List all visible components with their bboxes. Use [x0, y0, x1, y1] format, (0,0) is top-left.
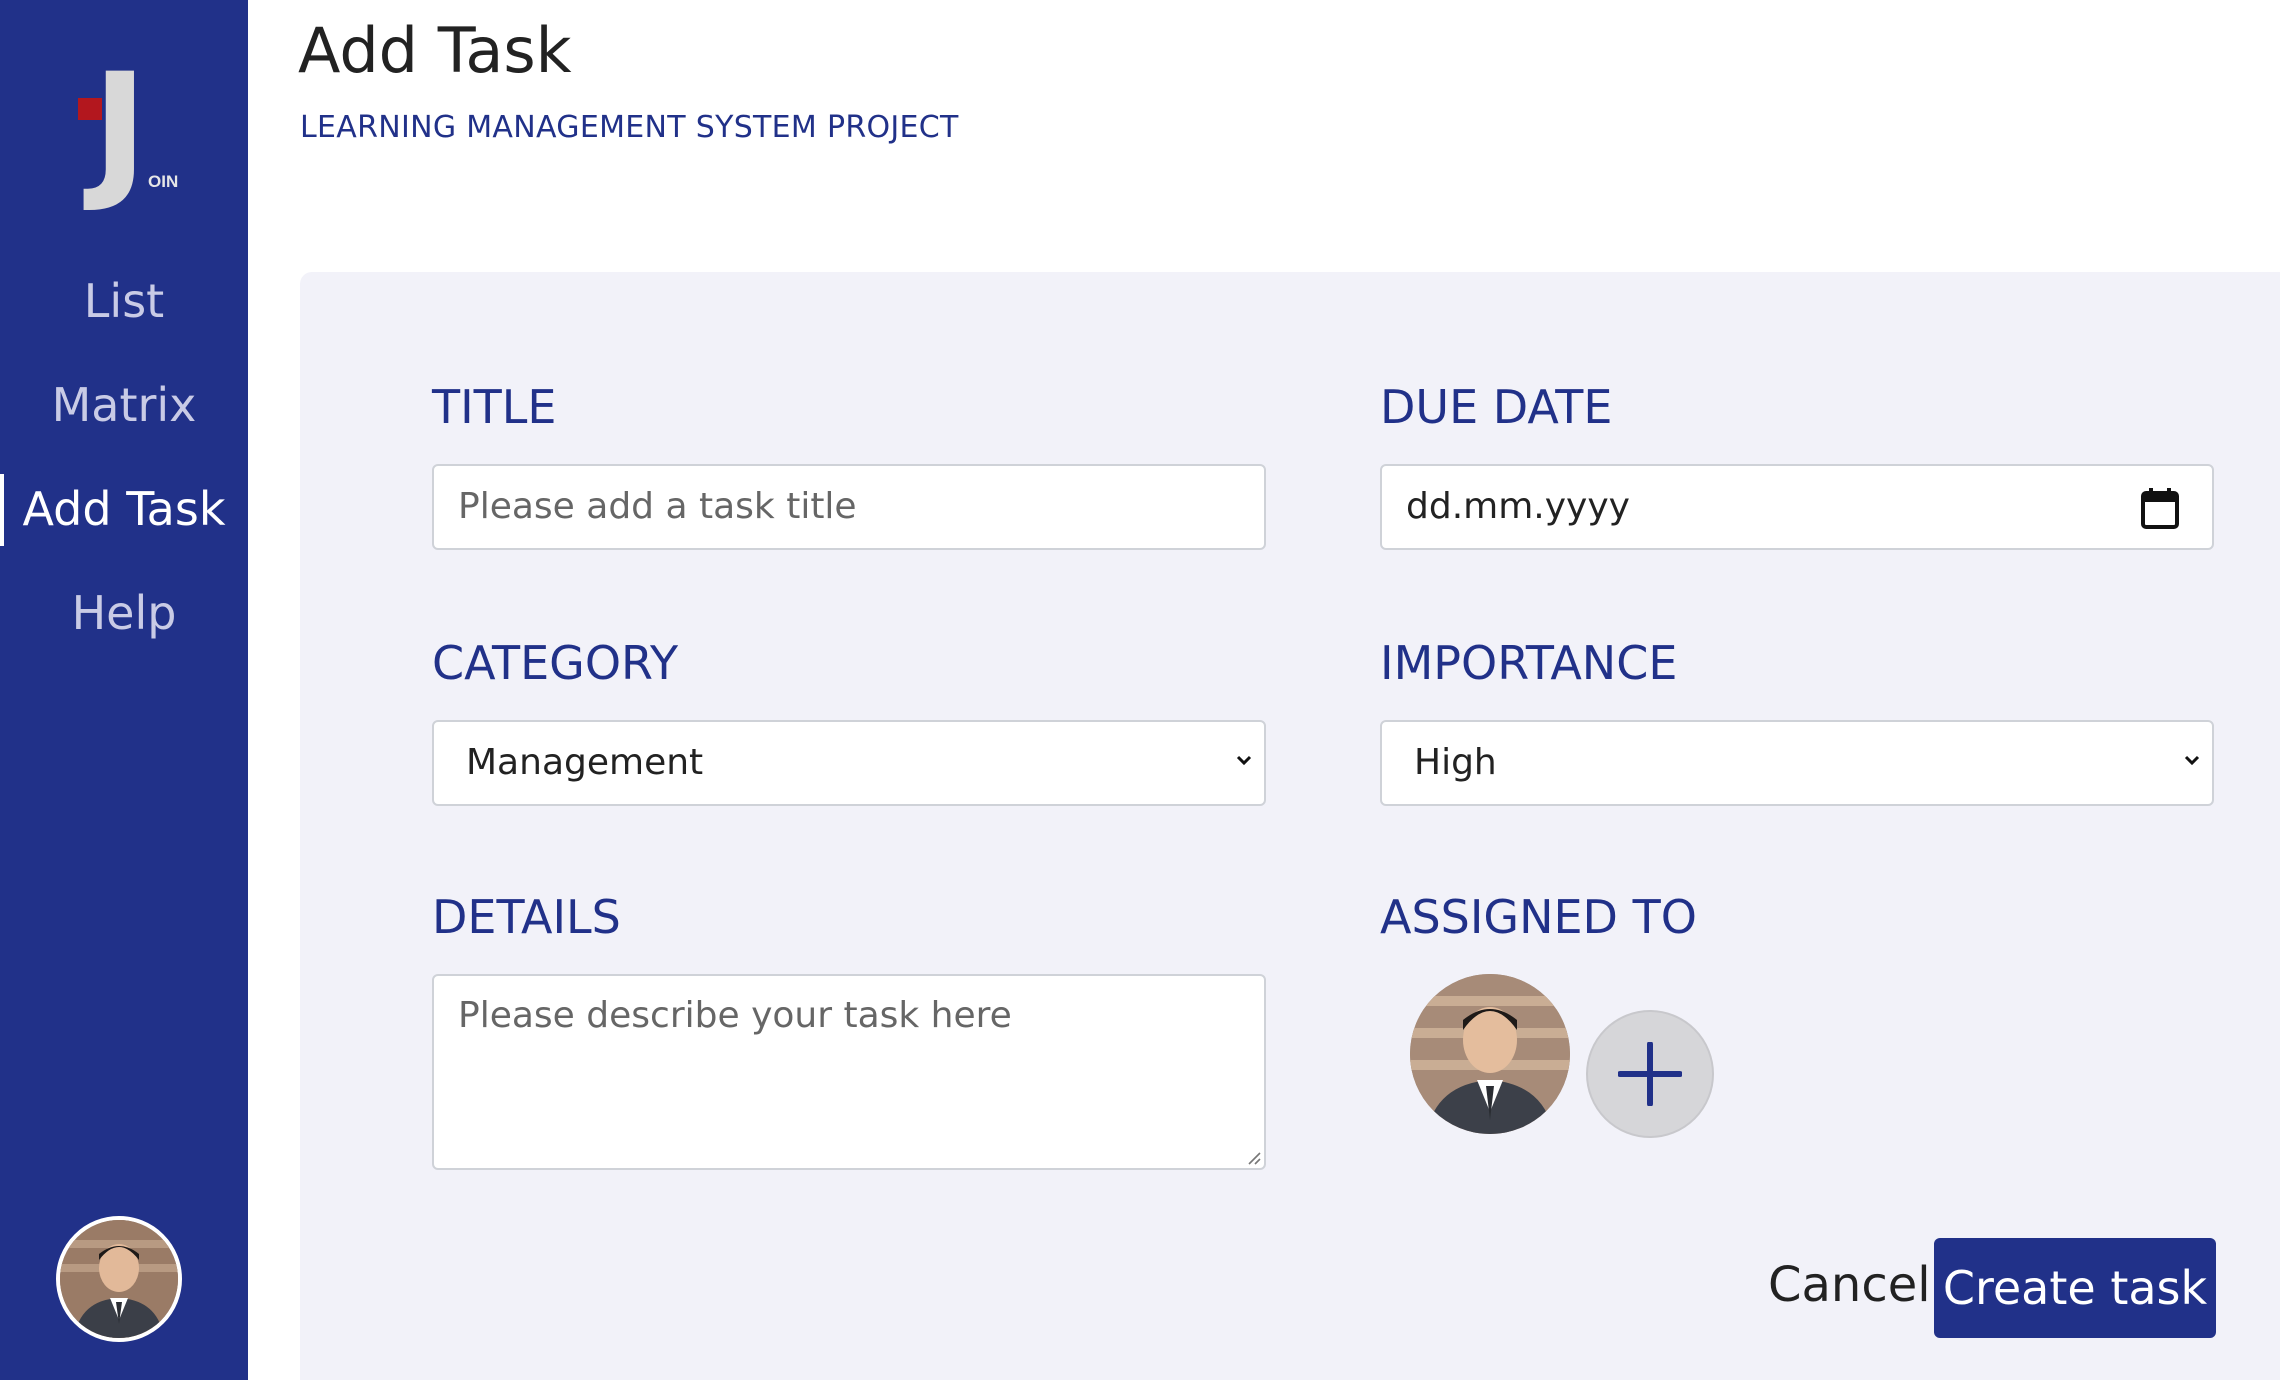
- project-name: LEARNING MANAGEMENT SYSTEM PROJECT: [300, 110, 959, 145]
- sidebar: J OIN List Matrix Add Task Help: [0, 0, 248, 1380]
- title-input[interactable]: Please add a task title: [432, 464, 1266, 550]
- sidebar-item-add-task[interactable]: Add Task: [0, 474, 248, 546]
- due-date-placeholder: dd.mm.yyyy: [1406, 486, 1630, 527]
- page-title: Add Task: [298, 14, 572, 87]
- create-task-button[interactable]: Create task: [1934, 1238, 2216, 1338]
- plus-icon: [1618, 1042, 1682, 1106]
- category-selected-value: Management: [466, 742, 704, 783]
- importance-selected-value: High: [1414, 742, 1497, 783]
- calendar-icon[interactable]: [2140, 486, 2180, 530]
- user-avatar-image: [60, 1220, 178, 1338]
- importance-select[interactable]: High: [1380, 720, 2214, 806]
- importance-label: IMPORTANCE: [1380, 636, 1678, 690]
- add-assignee-button[interactable]: [1586, 1010, 1714, 1138]
- assigned-to-label: ASSIGNED TO: [1380, 890, 1697, 944]
- sidebar-item-list[interactable]: List: [0, 266, 248, 336]
- category-label: CATEGORY: [432, 636, 679, 690]
- details-label: DETAILS: [432, 890, 621, 944]
- category-select[interactable]: Management: [432, 720, 1266, 806]
- sidebar-item-help[interactable]: Help: [0, 578, 248, 648]
- details-textarea[interactable]: Please describe your task here: [432, 974, 1266, 1170]
- app-logo[interactable]: J OIN: [50, 54, 190, 204]
- logo-letter: J: [92, 42, 148, 216]
- user-avatar[interactable]: [56, 1216, 182, 1342]
- due-date-label: DUE DATE: [1380, 380, 1613, 434]
- cancel-button[interactable]: Cancel: [1768, 1240, 1931, 1330]
- add-task-form: [300, 272, 2280, 1380]
- resize-handle-icon[interactable]: [1245, 1149, 1261, 1165]
- chevron-down-icon: [1236, 755, 1252, 766]
- assignee-avatar[interactable]: [1410, 974, 1570, 1134]
- due-date-input[interactable]: dd.mm.yyyy: [1380, 464, 2214, 550]
- logo-accent-square: [78, 98, 102, 120]
- title-label: TITLE: [432, 380, 557, 434]
- logo-suffix: OIN: [148, 172, 179, 191]
- sidebar-item-matrix[interactable]: Matrix: [0, 370, 248, 440]
- details-placeholder: Please describe your task here: [458, 995, 1012, 1036]
- assignee-avatar-image: [1410, 974, 1570, 1134]
- chevron-down-icon: [2184, 755, 2200, 766]
- title-input-placeholder: Please add a task title: [458, 486, 857, 527]
